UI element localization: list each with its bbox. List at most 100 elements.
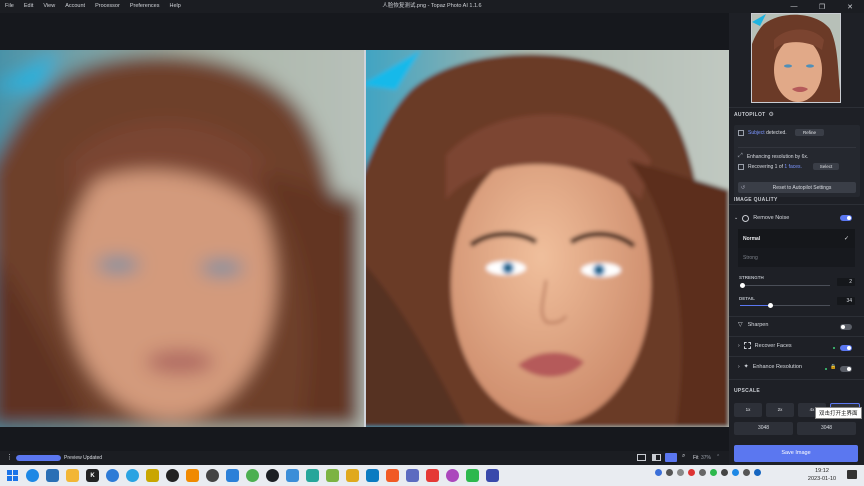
tray-volume-icon[interactable] <box>699 469 706 476</box>
menu-account[interactable]: Account <box>65 0 85 13</box>
upscale-1x-button[interactable]: 1x <box>734 403 762 417</box>
chevron-right-icon: › <box>738 342 740 349</box>
mode-normal[interactable]: Normal ✓ <box>738 229 855 248</box>
menu-edit[interactable]: Edit <box>24 0 33 13</box>
select-faces-button[interactable]: Select <box>813 163 839 170</box>
tray-tooltip: 双击打开主界面 <box>815 407 862 419</box>
strength-slider-handle[interactable] <box>740 283 746 288</box>
strength-label: STRENGTH <box>739 275 764 280</box>
telegram-icon[interactable] <box>126 469 139 482</box>
strength-slider-track[interactable] <box>740 283 830 288</box>
tray-cloud-icon[interactable] <box>732 469 739 476</box>
vscode-app-icon[interactable] <box>286 469 299 482</box>
sharpen-toggle[interactable] <box>840 324 852 330</box>
status-text: Preview Updated <box>64 455 103 461</box>
image-app-icon[interactable] <box>306 469 319 482</box>
remove-noise-label: Remove Noise <box>753 215 790 221</box>
qq-icon[interactable] <box>386 469 399 482</box>
browser-app-icon[interactable] <box>406 469 419 482</box>
upscale-width-field[interactable]: 3048 <box>734 422 793 435</box>
colorful-app-icon[interactable] <box>446 469 459 482</box>
upscale-heading: UPSCALE <box>734 388 760 394</box>
tray-record-icon[interactable] <box>688 469 695 476</box>
single-view-icon[interactable] <box>637 454 646 461</box>
enhancing-text: Enhancing resolution by 6x. <box>746 153 809 160</box>
tray-input-icon[interactable] <box>754 469 761 476</box>
paper-plane-icon[interactable] <box>146 469 159 482</box>
windows-start-icon[interactable] <box>6 469 19 482</box>
zoom-value[interactable]: 37% <box>701 455 711 461</box>
sharpen-row[interactable]: ▽ Sharpen <box>738 321 768 329</box>
tray-speaker-icon[interactable] <box>743 469 750 476</box>
more-options-icon[interactable]: ⋮ <box>6 454 13 462</box>
taskbar: K 19:12 2023-01-10 <box>0 465 864 486</box>
original-preview[interactable] <box>0 50 364 427</box>
github-icon[interactable] <box>266 469 279 482</box>
wechat-icon[interactable] <box>466 469 479 482</box>
split-view-icon[interactable] <box>652 454 661 461</box>
recover-faces-toggle[interactable] <box>840 345 852 351</box>
photos-app-icon[interactable] <box>46 469 59 482</box>
clock[interactable]: 19:12 2023-01-10 <box>800 467 844 483</box>
zoom-icon[interactable]: ⌕ <box>682 453 685 460</box>
remove-noise-toggle[interactable] <box>840 215 852 221</box>
menu-processor[interactable]: Processor <box>95 0 120 13</box>
detail-slider-handle[interactable] <box>768 303 774 308</box>
chevron-up-icon[interactable]: ⌃ <box>716 454 720 460</box>
edge-browser-icon[interactable] <box>26 469 39 482</box>
tray-wechat-icon[interactable] <box>710 469 717 476</box>
enhance-resolution-toggle[interactable] <box>840 366 852 372</box>
enhance-resolution-row[interactable]: › ✦ Enhance Resolution <box>738 363 802 371</box>
tray-network-icon[interactable] <box>721 469 728 476</box>
subject-link[interactable]: Subject <box>748 130 765 136</box>
menu-view[interactable]: View <box>43 0 55 13</box>
settings-app-icon[interactable] <box>206 469 219 482</box>
upscale-height-field[interactable]: 3048 <box>797 422 856 435</box>
clock-date: 2023-01-10 <box>807 476 837 482</box>
side-by-side-icon[interactable] <box>665 453 677 462</box>
enhanced-portrait-image <box>366 50 729 427</box>
menu-file[interactable]: File <box>5 0 14 13</box>
save-image-button[interactable]: Save Image <box>734 445 858 462</box>
enhanced-preview[interactable] <box>366 50 729 427</box>
rocket-app-icon[interactable] <box>326 469 339 482</box>
search-app-icon[interactable] <box>186 469 199 482</box>
gear-icon[interactable]: ⚙ <box>769 111 774 118</box>
strength-value[interactable]: 2 <box>837 278 855 286</box>
recovering-prefix: Recovering 1 of <box>748 164 785 170</box>
menu-help[interactable]: Help <box>169 0 180 13</box>
chrome-icon[interactable] <box>246 469 259 482</box>
maximize-button[interactable]: ❐ <box>808 0 836 13</box>
file-explorer-icon[interactable] <box>66 469 79 482</box>
detail-value[interactable]: 34 <box>837 297 855 305</box>
media-app-icon[interactable] <box>366 469 379 482</box>
refine-button[interactable]: Refine <box>795 129 824 136</box>
navigator-thumbnail[interactable] <box>751 13 841 103</box>
upscale-2x-button[interactable]: 2x <box>766 403 794 417</box>
zoom-fit-label[interactable]: Fit <box>693 455 699 461</box>
tray-mic-icon[interactable] <box>677 469 684 476</box>
tray-bluetooth-icon[interactable] <box>655 469 662 476</box>
detail-slider-track[interactable] <box>740 303 830 308</box>
network-app-icon[interactable] <box>106 469 119 482</box>
k-app-icon[interactable]: K <box>86 469 99 482</box>
mode-strong-label: Strong <box>743 254 758 261</box>
image-viewer[interactable] <box>0 13 729 451</box>
topaz-photo-ai-icon[interactable] <box>486 469 499 482</box>
notification-icon[interactable] <box>847 470 857 479</box>
close-button[interactable]: ✕ <box>836 0 864 13</box>
tray-app-icon[interactable] <box>666 469 673 476</box>
chevron-right-icon: › <box>738 363 740 370</box>
folder-app-icon[interactable] <box>346 469 359 482</box>
record-app-icon[interactable] <box>166 469 179 482</box>
clock-time: 19:12 <box>815 468 829 474</box>
reset-autopilot-button[interactable]: ↺ Reset to Autopilot Settings <box>738 182 856 193</box>
detail-slider-fill <box>740 305 771 306</box>
menu-preferences[interactable]: Preferences <box>130 0 160 13</box>
minimize-button[interactable]: — <box>780 0 808 13</box>
mode-strong[interactable]: Strong <box>738 248 855 267</box>
store-app-icon[interactable] <box>226 469 239 482</box>
recover-faces-row[interactable]: › Recover Faces <box>738 342 792 349</box>
faces-link[interactable]: 1 faces. <box>784 164 802 170</box>
red-app-icon[interactable] <box>426 469 439 482</box>
